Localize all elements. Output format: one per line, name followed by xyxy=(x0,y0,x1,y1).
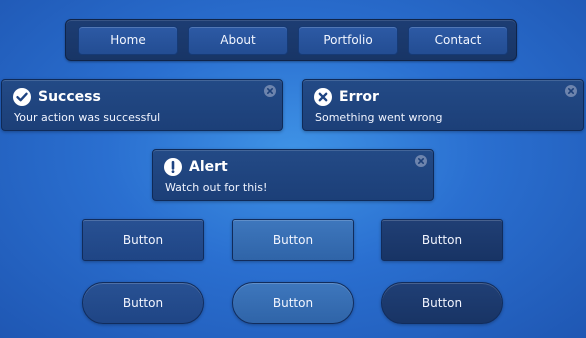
nav-item-home[interactable]: Home xyxy=(78,26,178,55)
button-pill-dark[interactable]: Button xyxy=(82,282,204,324)
x-icon xyxy=(314,88,332,106)
alert-notification: Alert Watch out for this! xyxy=(152,149,434,201)
nav-item-contact[interactable]: Contact xyxy=(408,26,508,55)
close-icon[interactable] xyxy=(264,85,276,97)
success-notification: Success Your action was successful xyxy=(1,79,283,131)
check-icon xyxy=(13,88,31,106)
notification-title: Error xyxy=(339,89,379,105)
close-icon[interactable] xyxy=(565,85,577,97)
button-square-light[interactable]: Button xyxy=(232,219,354,261)
button-square-navy[interactable]: Button xyxy=(381,219,503,261)
exclamation-icon xyxy=(164,158,182,176)
notification-title: Success xyxy=(38,89,101,105)
notification-message: Your action was successful xyxy=(14,111,161,124)
notification-title: Alert xyxy=(189,159,228,175)
button-pill-navy[interactable]: Button xyxy=(381,282,503,324)
nav-bar: Home About Portfolio Contact xyxy=(65,19,517,61)
notification-message: Watch out for this! xyxy=(165,181,268,194)
error-notification: Error Something went wrong xyxy=(302,79,584,131)
button-square-dark[interactable]: Button xyxy=(82,219,204,261)
nav-item-portfolio[interactable]: Portfolio xyxy=(298,26,398,55)
button-pill-light[interactable]: Button xyxy=(232,282,354,324)
notification-message: Something went wrong xyxy=(315,111,443,124)
close-icon[interactable] xyxy=(415,155,427,167)
nav-item-about[interactable]: About xyxy=(188,26,288,55)
